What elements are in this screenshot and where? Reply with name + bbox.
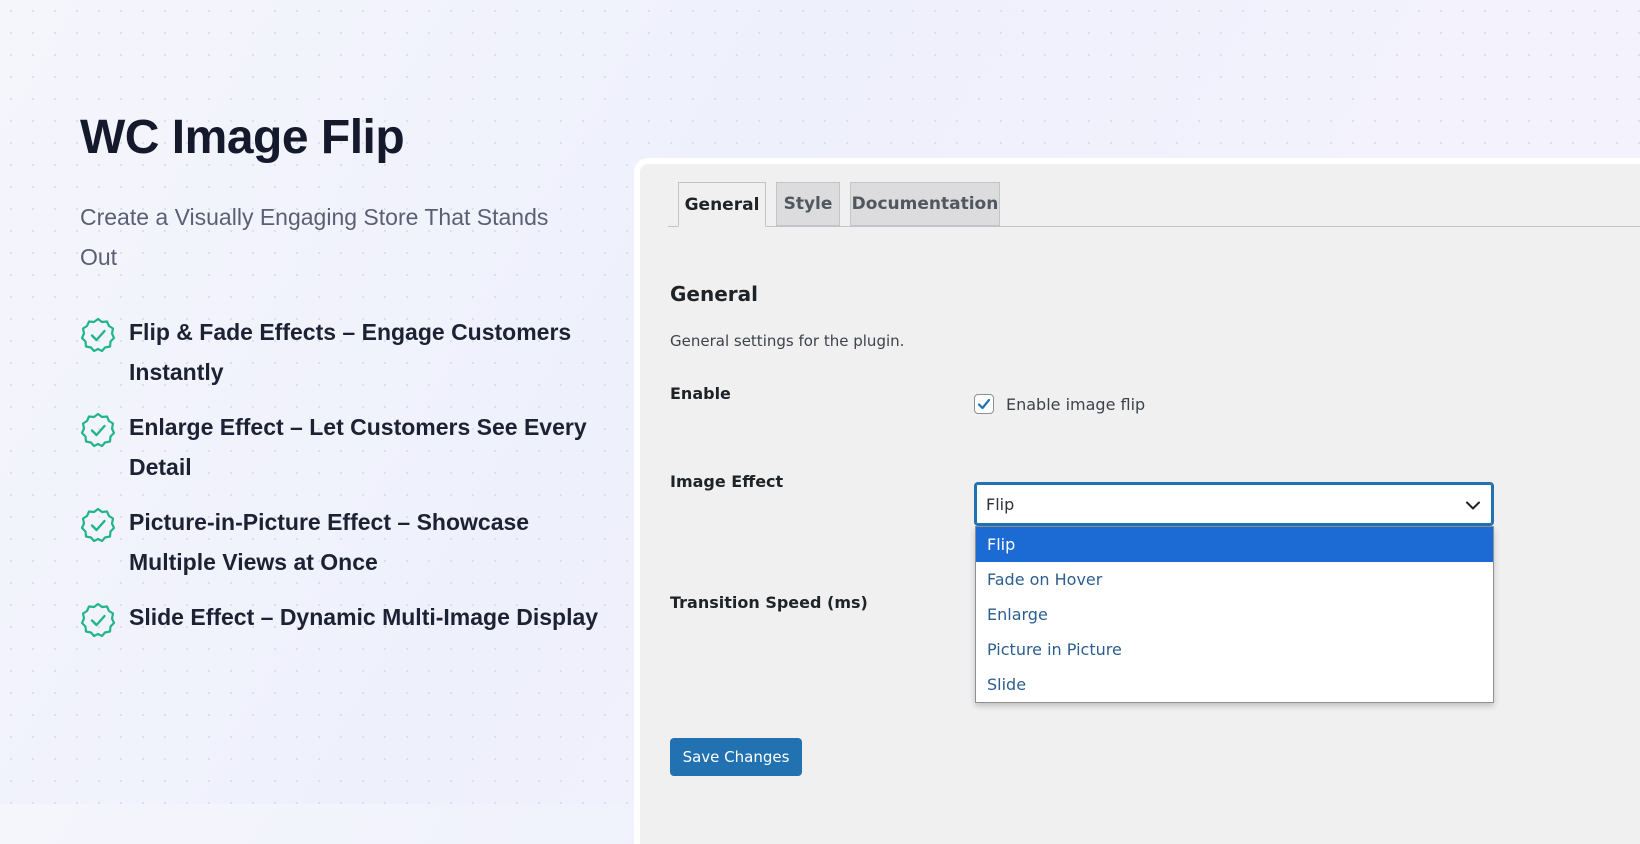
feature-text: Enlarge Effect – Let Customers See Every… [129,414,587,480]
tab-documentation[interactable]: Documentation [850,182,1000,226]
hero-subtitle: Create a Visually Engaging Store That St… [80,204,549,270]
transition-speed-label: Transition Speed (ms) [670,593,868,612]
dropdown-option-fade-on-hover[interactable]: Fade on Hover [976,562,1493,597]
dropdown-option-picture-in-picture[interactable]: Picture in Picture [976,632,1493,667]
section-description: General settings for the plugin. [670,332,905,350]
settings-panel: General Style Documentation General Gene… [634,158,1640,844]
check-badge-icon [80,602,116,638]
feature-text: Slide Effect – Dynamic Multi-Image Displ… [129,604,599,630]
image-effect-select[interactable]: Flip [974,482,1494,526]
settings-tabs: General Style Documentation [668,178,1640,227]
tab-style[interactable]: Style [776,182,840,226]
chevron-down-icon [1466,501,1480,510]
enable-image-flip-label[interactable]: Enable image flip [1006,395,1145,414]
save-changes-button[interactable]: Save Changes [670,738,802,776]
feature-list: Flip & Fade Effects – Engage Customers I… [80,317,600,638]
image-effect-label: Image Effect [670,472,784,491]
checkmark-icon [977,398,991,410]
feature-item: Picture-in-Picture Effect – Showcase Mul… [80,507,600,582]
image-effect-selected-value: Flip [986,495,1015,514]
dropdown-option-slide[interactable]: Slide [976,667,1493,702]
enable-label: Enable [670,384,731,403]
feature-text: Picture-in-Picture Effect – Showcase Mul… [129,509,530,575]
hero-section: WC Image Flip Create a Visually Engaging… [80,110,600,658]
feature-item: Flip & Fade Effects – Engage Customers I… [80,317,600,392]
enable-row: Enable image flip [974,394,1145,414]
image-effect-dropdown: Flip Fade on Hover Enlarge Picture in Pi… [975,526,1494,703]
tab-general[interactable]: General [678,182,766,227]
feature-text: Flip & Fade Effects – Engage Customers I… [129,319,572,385]
check-badge-icon [80,507,116,543]
feature-item: Slide Effect – Dynamic Multi-Image Displ… [80,602,600,638]
feature-item: Enlarge Effect – Let Customers See Every… [80,412,600,487]
section-title: General [670,282,758,306]
dropdown-option-flip[interactable]: Flip [976,527,1493,562]
hero-title: WC Image Flip [80,111,405,164]
check-badge-icon [80,317,116,353]
enable-image-flip-checkbox[interactable] [974,394,994,414]
check-badge-icon [80,412,116,448]
dropdown-option-enlarge[interactable]: Enlarge [976,597,1493,632]
